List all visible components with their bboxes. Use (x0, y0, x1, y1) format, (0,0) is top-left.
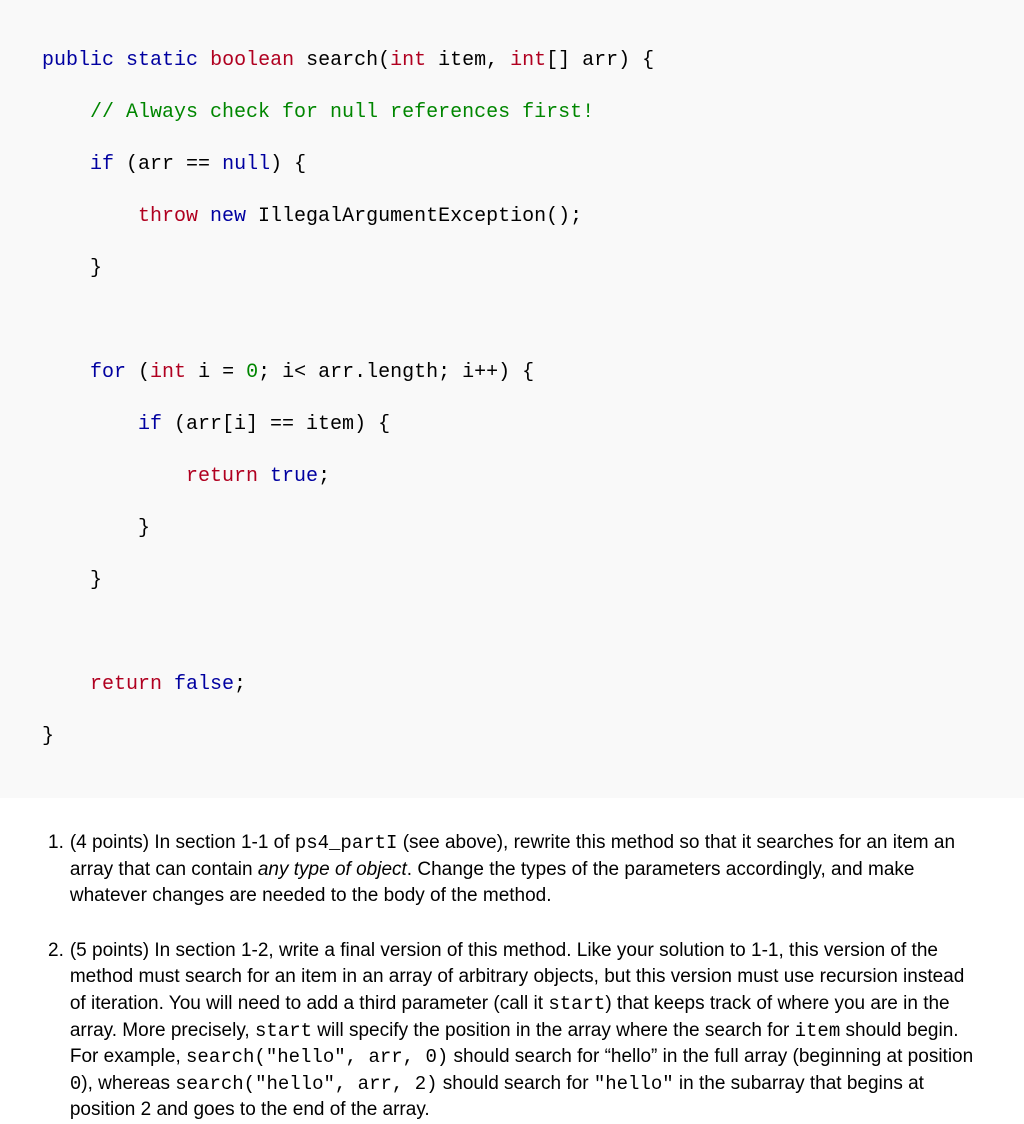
code-line: } (0, 256, 1024, 282)
type-int: int (510, 49, 546, 72)
code-inline: search("hello", arr, 0) (186, 1046, 448, 1068)
code-line: if (arr == null) { (0, 152, 1024, 178)
code-inline: 0 (70, 1073, 81, 1095)
keyword-return: return (186, 465, 258, 488)
code-text: search( (294, 49, 390, 72)
code-text: ( (126, 361, 150, 384)
code-text: ; (234, 673, 246, 696)
keyword-for: for (90, 361, 126, 384)
keyword-throw: throw (138, 205, 198, 228)
code-text: } (90, 257, 102, 280)
code-inline: ps4_partI (295, 832, 398, 854)
code-text: ; i< arr.length; i++) { (258, 361, 534, 384)
code-line (0, 308, 1024, 334)
keyword-null: null (222, 153, 270, 176)
number-zero: 0 (246, 361, 258, 384)
keyword-new: new (198, 205, 246, 228)
question-text: should search for (438, 1073, 594, 1094)
code-line (0, 620, 1024, 646)
code-text: } (90, 569, 102, 592)
code-text: IllegalArgumentException(); (246, 205, 582, 228)
type-int: int (150, 361, 186, 384)
code-text: ) { (270, 153, 306, 176)
code-text: (arr == (114, 153, 222, 176)
code-line: public static boolean search(int item, i… (0, 48, 1024, 74)
code-inline: "hello" (594, 1073, 674, 1095)
question-1: 1. (4 points) In section 1-1 of ps4_part… (48, 830, 980, 910)
keyword-if: if (90, 153, 114, 176)
code-inline: start (548, 993, 605, 1015)
questions-container: 1. (4 points) In section 1-1 of ps4_part… (0, 830, 1024, 1124)
question-2: 2. (5 points) In section 1-2, write a fi… (48, 938, 980, 1124)
code-text: item, (426, 49, 510, 72)
type-boolean: boolean (210, 49, 294, 72)
code-line: } (0, 568, 1024, 594)
code-text: i = (186, 361, 246, 384)
code-text: } (42, 725, 54, 748)
italic-text: any type of object (258, 859, 407, 880)
keyword-false: false (162, 673, 234, 696)
code-line: return true; (0, 464, 1024, 490)
keyword-static: static (126, 49, 198, 72)
question-text: will specify the position in the array w… (312, 1020, 795, 1041)
question-number: 1. (48, 830, 70, 910)
keyword-public: public (42, 49, 114, 72)
question-body: (5 points) In section 1-2, write a final… (70, 938, 980, 1124)
type-int: int (390, 49, 426, 72)
code-line: for (int i = 0; i< arr.length; i++) { (0, 360, 1024, 386)
keyword-true: true (258, 465, 318, 488)
code-text: ; (318, 465, 330, 488)
code-inline: start (255, 1020, 312, 1042)
code-line: } (0, 516, 1024, 542)
keyword-if: if (138, 413, 162, 436)
code-line: if (arr[i] == item) { (0, 412, 1024, 438)
code-text: (arr[i] == item) { (162, 413, 390, 436)
code-line: throw new IllegalArgumentException(); (0, 204, 1024, 230)
code-line: return false; (0, 672, 1024, 698)
question-number: 2. (48, 938, 70, 1124)
question-text: ), whereas (81, 1073, 175, 1094)
code-line: // Always check for null references firs… (0, 100, 1024, 126)
question-text: (4 points) In section 1-1 of (70, 832, 295, 853)
keyword-return: return (90, 673, 162, 696)
question-text: should search for “hello” in the full ar… (448, 1046, 973, 1067)
code-line: } (0, 724, 1024, 750)
code-text: [] arr) { (546, 49, 654, 72)
comment: // Always check for null references firs… (90, 101, 594, 124)
code-inline: search("hello", arr, 2) (175, 1073, 437, 1095)
code-block: public static boolean search(int item, i… (0, 0, 1024, 798)
question-body: (4 points) In section 1-1 of ps4_partI (… (70, 830, 980, 910)
code-text: } (138, 517, 150, 540)
code-inline: item (795, 1020, 841, 1042)
